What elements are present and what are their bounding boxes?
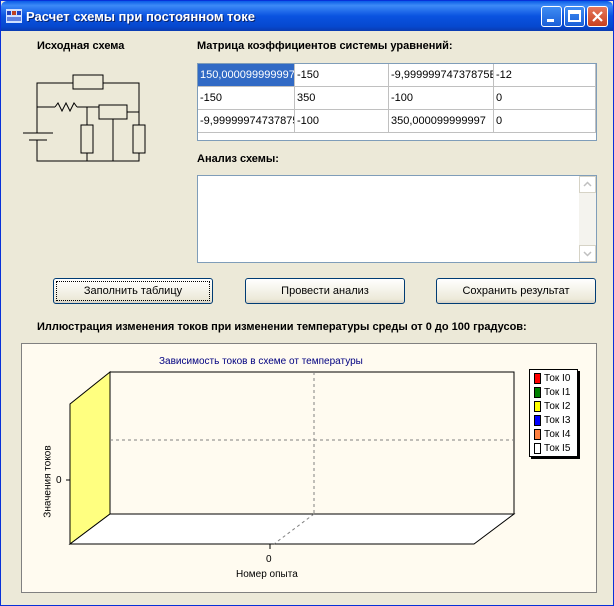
main-window: Расчет схемы при постоянном токе Исходна…	[0, 0, 614, 606]
illustration-label: Иллюстрация изменения токов при изменени…	[37, 321, 527, 333]
app-icon	[6, 9, 22, 23]
analysis-textarea[interactable]	[197, 175, 597, 263]
scroll-up-button[interactable]	[579, 176, 596, 193]
chart-floor	[68, 513, 516, 545]
matrix-cell[interactable]: 0	[494, 87, 596, 110]
temperature-chart: Зависимость токов в схеме от температуры…	[21, 343, 597, 593]
matrix-cell[interactable]: -12	[494, 64, 596, 87]
chevron-up-icon	[583, 181, 592, 187]
maximize-button[interactable]	[564, 6, 585, 27]
title-bar[interactable]: Расчет схемы при постоянном токе	[1, 1, 613, 31]
legend-swatch	[534, 442, 541, 454]
legend-swatch	[534, 414, 541, 426]
matrix-cell[interactable]: -150	[198, 87, 295, 110]
matrix-cell[interactable]: 150,000099999997	[198, 64, 295, 87]
run-analysis-button[interactable]: Провести анализ	[245, 278, 405, 304]
legend-item: Ток I1	[534, 386, 570, 399]
matrix-cell[interactable]: -100	[389, 87, 494, 110]
x-axis-label: Номер опыта	[236, 569, 298, 580]
matrix-cell[interactable]: 350	[295, 87, 389, 110]
chart-legend: Ток I0 Ток I1 Ток I2 Ток I3 Ток I4 Ток I…	[529, 369, 578, 457]
y-axis-label: Значения токов	[42, 445, 54, 518]
legend-item: Ток I4	[534, 428, 570, 441]
fill-table-button[interactable]: Заполнить таблицу	[53, 278, 213, 304]
matrix-cell[interactable]: -150	[295, 64, 389, 87]
legend-swatch	[534, 400, 541, 412]
matrix-cell[interactable]: 0	[494, 110, 596, 133]
circuit-diagram	[23, 74, 146, 162]
chart-title: Зависимость токов в схеме от температуры	[159, 356, 363, 367]
legend-item: Ток I3	[534, 414, 570, 427]
chevron-down-icon	[583, 251, 592, 257]
save-result-button[interactable]: Сохранить результат	[436, 278, 596, 304]
analysis-label: Анализ схемы:	[197, 153, 279, 165]
source-circuit-label: Исходная схема	[37, 40, 125, 52]
matrix-cell[interactable]: 350,000099999997	[389, 110, 494, 133]
chart-canvas	[66, 370, 516, 549]
legend-label: Ток I2	[544, 401, 571, 412]
legend-swatch	[534, 428, 541, 440]
legend-label: Ток I3	[544, 415, 571, 426]
close-button[interactable]	[587, 6, 608, 27]
close-icon	[592, 11, 603, 22]
window-title: Расчет схемы при постоянном токе	[26, 9, 255, 24]
legend-label: Ток I1	[544, 387, 571, 398]
legend-item: Ток I5	[534, 442, 570, 455]
legend-item: Ток I2	[534, 400, 570, 413]
chart-back-wall	[109, 371, 515, 515]
legend-swatch	[534, 372, 541, 384]
legend-label: Ток I4	[544, 429, 571, 440]
legend-label: Ток I5	[544, 443, 571, 454]
matrix-label: Матрица коэффициентов системы уравнений:	[197, 40, 453, 52]
legend-swatch	[534, 386, 541, 398]
legend-label: Ток I0	[544, 373, 571, 384]
vertical-scrollbar[interactable]	[579, 176, 596, 262]
matrix-cell[interactable]: -9,99999974737875E	[389, 64, 494, 87]
matrix-cell[interactable]: -9,99999974737875	[198, 110, 295, 133]
minimize-button[interactable]	[541, 6, 562, 27]
coefficient-matrix-grid[interactable]: 150,000099999997 -150 -9,99999974737875E…	[197, 63, 597, 141]
matrix-cell[interactable]: -100	[295, 110, 389, 133]
y-tick-label: 0	[56, 475, 62, 486]
legend-item: Ток I0	[534, 372, 570, 385]
maximize-icon	[568, 10, 581, 22]
minimize-icon	[547, 19, 554, 22]
scroll-down-button[interactable]	[579, 245, 596, 262]
x-tick-label: 0	[266, 554, 272, 565]
